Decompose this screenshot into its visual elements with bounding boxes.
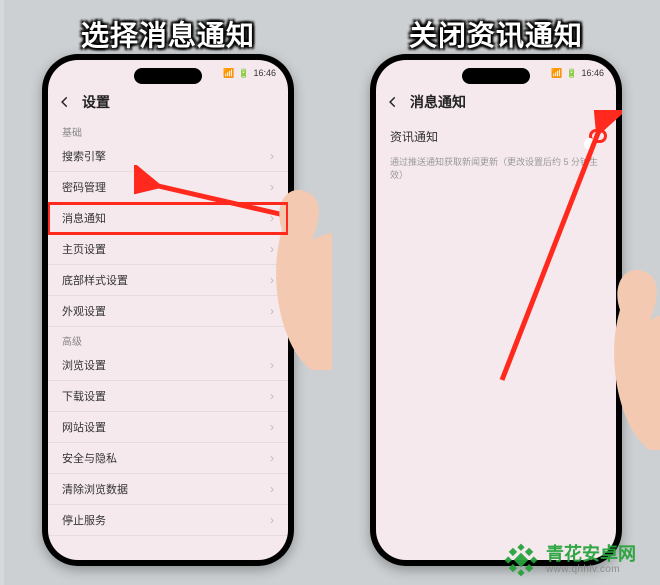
notch-icon: [134, 68, 202, 84]
row-label: 网站设置: [62, 419, 106, 435]
watermark: 青花安卓网 www.qhhlv.com: [504, 543, 636, 577]
phone-mockup-right: 📶 🔋 16:46 消息通知 资讯通知 通过推送通知获取新闻更新（更改设置后约 …: [370, 54, 622, 566]
settings-row-bottom-style[interactable]: 底部样式设置 ›: [48, 265, 288, 296]
battery-icon: 🔋: [238, 68, 249, 79]
phone-mockup-left: 📶 🔋 16:46 设置 基础 搜索引擎› 密码管理› 消息通知› 主页设置› …: [42, 54, 294, 566]
settings-row-message-notify[interactable]: 消息通知 ›: [48, 203, 288, 234]
phone-screen-left: 📶 🔋 16:46 设置 基础 搜索引擎› 密码管理› 消息通知› 主页设置› …: [48, 60, 288, 560]
settings-row-search-engine[interactable]: 搜索引擎 ›: [48, 141, 288, 172]
status-time: 16:46: [253, 68, 276, 78]
row-label: 搜索引擎: [62, 148, 106, 164]
settings-row-password-mgmt[interactable]: 密码管理 ›: [48, 172, 288, 203]
settings-row-clear-data[interactable]: 清除浏览数据 ›: [48, 474, 288, 505]
row-label: 外观设置: [62, 303, 106, 319]
status-time: 16:46: [581, 68, 604, 78]
chevron-right-icon: ›: [270, 389, 274, 403]
row-label: 主页设置: [62, 241, 106, 257]
section-header-basic: 基础: [48, 118, 288, 141]
chevron-right-icon: ›: [270, 451, 274, 465]
title-bar: 设置: [48, 86, 288, 118]
phone-screen-right: 📶 🔋 16:46 消息通知 资讯通知 通过推送通知获取新闻更新（更改设置后约 …: [376, 60, 616, 560]
caption-right: 关闭资讯通知: [332, 14, 660, 54]
page-title: 设置: [82, 92, 110, 112]
section-header-adv: 高级: [48, 327, 288, 350]
row-label: 清除浏览数据: [62, 481, 128, 497]
chevron-right-icon: ›: [270, 149, 274, 163]
row-label: 安全与隐私: [62, 450, 117, 466]
battery-icon: 🔋: [566, 68, 577, 79]
tutorial-panel-left: 选择消息通知 📶 🔋 16:46 设置 基础 搜索引擎 › 密码管理 › 消息通知 ›…: [4, 0, 332, 585]
toggle-label: 资讯通知: [390, 128, 438, 145]
settings-row-stop-service[interactable]: 停止服务 ›: [48, 505, 288, 536]
chevron-right-icon: ›: [270, 482, 274, 496]
watermark-logo-icon: [504, 543, 538, 577]
toggle-row-news-notify: 资讯通知: [376, 118, 616, 154]
caption-left: 选择消息通知: [4, 14, 332, 54]
notch-icon: [462, 68, 530, 84]
back-icon[interactable]: [56, 93, 74, 111]
row-label: 浏览设置: [62, 357, 106, 373]
chevron-right-icon: ›: [270, 513, 274, 527]
back-icon[interactable]: [384, 93, 402, 111]
chevron-right-icon: ›: [270, 211, 274, 225]
signal-icon: 📶: [223, 68, 234, 79]
toggle-hint-text: 通过推送通知获取新闻更新（更改设置后约 5 分钟生效）: [376, 154, 616, 181]
chevron-right-icon: ›: [270, 420, 274, 434]
chevron-right-icon: ›: [270, 358, 274, 372]
row-label: 停止服务: [62, 512, 106, 528]
chevron-right-icon: ›: [270, 242, 274, 256]
settings-row-download[interactable]: 下载设置 ›: [48, 381, 288, 412]
title-bar: 消息通知: [376, 86, 616, 118]
watermark-name: 青花安卓网: [546, 545, 636, 565]
signal-icon: 📶: [551, 68, 562, 79]
page-title: 消息通知: [410, 92, 466, 112]
row-label: 下载设置: [62, 388, 106, 404]
watermark-url: www.qhhlv.com: [546, 564, 636, 575]
row-label: 密码管理: [62, 179, 106, 195]
settings-row-security[interactable]: 安全与隐私 ›: [48, 443, 288, 474]
chevron-right-icon: ›: [270, 273, 274, 287]
settings-row-homepage[interactable]: 主页设置 ›: [48, 234, 288, 265]
settings-row-site[interactable]: 网站设置 ›: [48, 412, 288, 443]
settings-row-appearance[interactable]: 外观设置 ›: [48, 296, 288, 327]
settings-row-browsing[interactable]: 浏览设置 ›: [48, 350, 288, 381]
row-label: 底部样式设置: [62, 272, 128, 288]
chevron-right-icon: ›: [270, 180, 274, 194]
tutorial-panel-right: 关闭资讯通知 📶 🔋 16:46 消息通知 资讯通知 通过推送通: [332, 0, 660, 585]
chevron-right-icon: ›: [270, 304, 274, 318]
toggle-highlight-box: [594, 134, 602, 138]
row-label: 消息通知: [62, 210, 106, 226]
